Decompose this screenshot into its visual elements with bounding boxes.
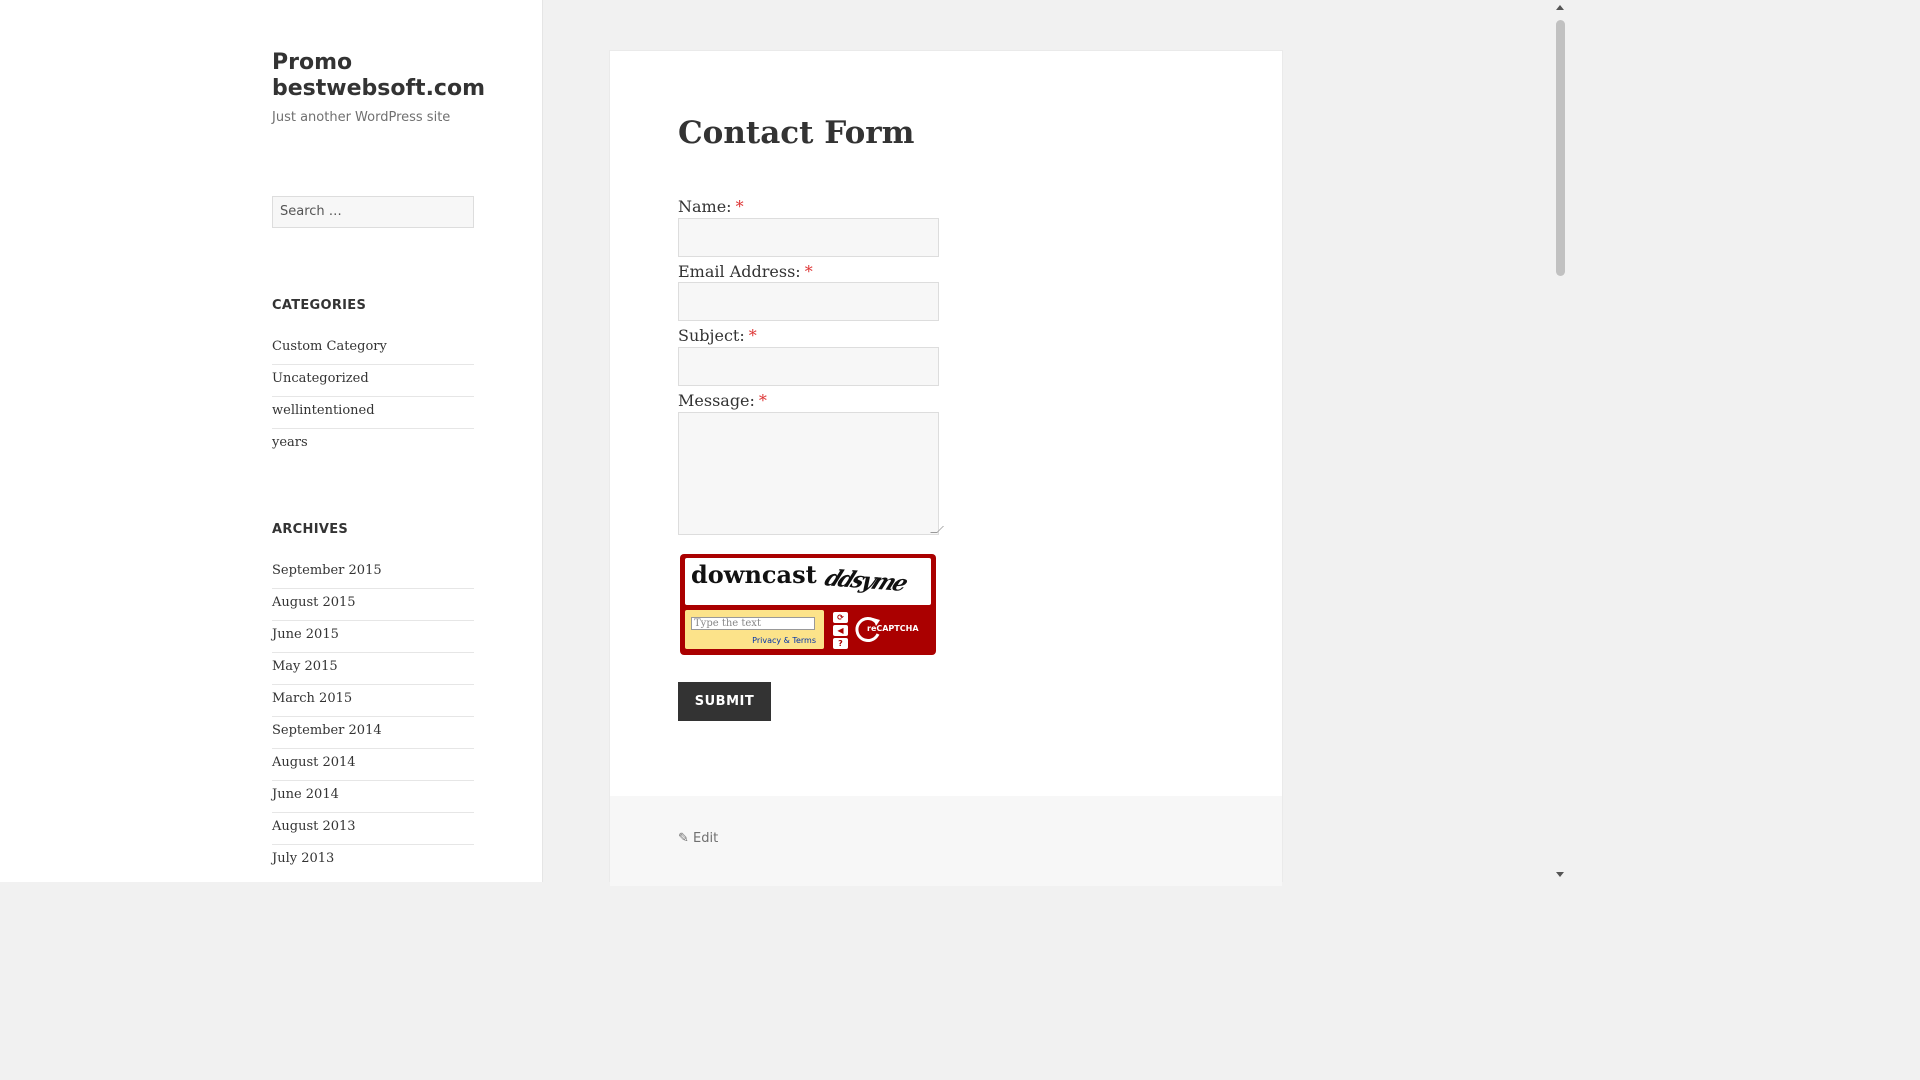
category-link[interactable]: Custom Category (272, 333, 474, 365)
sidebar: Promo bestwebsoft.com Just another WordP… (0, 0, 543, 882)
archive-link[interactable]: September 2014 (272, 717, 474, 749)
categories-list: Custom Category Uncategorized wellintent… (272, 333, 474, 461)
scroll-thumb[interactable] (1556, 20, 1565, 276)
resize-handle-icon[interactable] (930, 526, 944, 533)
pencil-icon: ✎ (678, 831, 689, 846)
submit-button[interactable]: SUBMIT (678, 682, 771, 721)
required-marker: * (735, 197, 744, 216)
edit-link[interactable]: ✎ Edit (678, 831, 718, 846)
categories-heading: CATEGORIES (272, 298, 367, 313)
archive-link[interactable]: September 2015 (272, 557, 474, 589)
captcha-word: downcast (691, 560, 817, 589)
refresh-icon[interactable]: ⟳ (833, 612, 848, 623)
audio-icon[interactable]: ◀ (833, 625, 848, 636)
scroll-down-arrow-icon[interactable] (1556, 872, 1564, 877)
captcha-word: ddsyme (820, 565, 911, 597)
site-tagline: Just another WordPress site (272, 110, 451, 125)
captcha-input-area: Type the text Privacy & Terms (685, 610, 824, 649)
archive-link[interactable]: August 2014 (272, 749, 474, 781)
email-label: Email Address: * (678, 262, 813, 281)
archive-link[interactable]: March 2015 (272, 685, 474, 717)
archive-link[interactable]: June 2015 (272, 621, 474, 653)
site-title[interactable]: Promo bestwebsoft.com (272, 50, 502, 102)
recaptcha-brand: reCAPTCHA (867, 624, 919, 633)
archive-link[interactable]: July 2013 (272, 845, 474, 877)
category-link[interactable]: Uncategorized (272, 365, 474, 397)
required-marker: * (758, 391, 767, 410)
entry-footer: ✎ Edit (610, 796, 1282, 886)
category-link[interactable]: years (272, 429, 474, 461)
search-input[interactable]: Search … (272, 196, 474, 228)
archives-heading: ARCHIVES (272, 522, 349, 537)
subject-label: Subject: * (678, 326, 757, 345)
category-link[interactable]: wellintentioned (272, 397, 474, 429)
captcha-input[interactable]: Type the text (691, 617, 815, 630)
help-icon[interactable]: ? (833, 638, 848, 649)
captcha-image: downcast ddsyme (685, 558, 931, 605)
archive-link[interactable]: August 2013 (272, 813, 474, 845)
archives-list: September 2015 August 2015 June 2015 May… (272, 557, 474, 877)
contact-article: Contact Form Name: * Email Address: * Subj… (609, 50, 1283, 886)
name-label: Name: * (678, 197, 744, 216)
archive-link[interactable]: May 2015 (272, 653, 474, 685)
recaptcha-widget: downcast ddsyme Type the text Privacy & … (680, 554, 936, 655)
scroll-up-arrow-icon[interactable] (1556, 5, 1564, 10)
required-marker: * (748, 326, 757, 345)
name-field[interactable] (678, 218, 939, 257)
message-label: Message: * (678, 391, 767, 410)
archive-link[interactable]: June 2014 (272, 781, 474, 813)
email-field[interactable] (678, 282, 939, 321)
message-textarea[interactable] (678, 412, 944, 535)
page-title: Contact Form (678, 115, 915, 151)
scrollbar[interactable] (1553, 0, 1568, 882)
privacy-terms-link[interactable]: Privacy & Terms (752, 636, 816, 645)
archive-link[interactable]: August 2015 (272, 589, 474, 621)
subject-field[interactable] (678, 347, 939, 386)
required-marker: * (804, 262, 813, 281)
